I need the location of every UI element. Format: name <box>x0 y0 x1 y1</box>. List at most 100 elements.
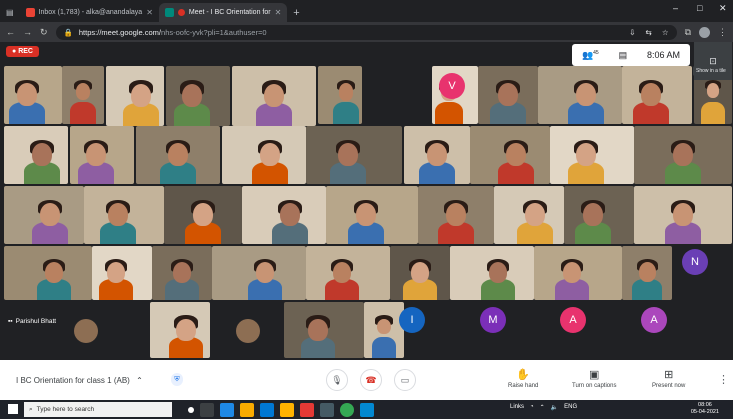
language-label[interactable]: ENG <box>564 404 577 411</box>
browser-toolbar: ← → ↻ 🔒 https://meet.google.com/nhs-oofc… <box>0 22 733 42</box>
chrome-icon[interactable] <box>340 402 354 417</box>
participant-body <box>70 101 96 124</box>
more-options-icon[interactable]: ⋮ <box>718 373 729 386</box>
address-bar[interactable]: 🔒 https://meet.google.com/nhs-oofc-yvk?p… <box>55 24 677 40</box>
leave-call-button[interactable]: ☎ <box>360 369 382 391</box>
tab-meet[interactable]: Meet - I BC Orientation for ✕ <box>158 3 288 22</box>
maximize-button[interactable]: □ <box>697 3 702 13</box>
close-tab-icon[interactable]: ✕ <box>275 8 282 17</box>
app-icon[interactable] <box>360 402 374 417</box>
participant-video-tile[interactable] <box>550 126 634 184</box>
close-tab-icon[interactable]: ✕ <box>146 8 153 17</box>
participant-video-tile[interactable] <box>306 126 402 184</box>
chevron-up-icon[interactable]: ⌃ <box>540 404 545 411</box>
captions-button[interactable]: ▣ Turn on captions <box>572 368 616 389</box>
people-icon[interactable]: 👥45 <box>582 50 599 61</box>
participant-video-tile[interactable] <box>564 186 634 244</box>
participant-video-tile[interactable] <box>622 246 672 300</box>
participant-video-tile[interactable] <box>84 186 164 244</box>
participant-video-tile[interactable] <box>390 246 450 300</box>
task-view-icon[interactable] <box>200 402 214 417</box>
participant-video-tile[interactable] <box>62 66 104 124</box>
participant-video-tile[interactable] <box>136 126 220 184</box>
participant-avatar[interactable]: I <box>399 307 425 333</box>
windows-start-icon[interactable] <box>8 404 18 414</box>
participant-video-tile[interactable] <box>306 246 390 300</box>
chat-icon[interactable]: ▤ <box>619 50 628 61</box>
new-tab-button[interactable]: + <box>287 3 305 22</box>
participant-video-tile[interactable] <box>318 66 362 124</box>
raise-hand-button[interactable]: ✋ Raise hand <box>508 368 538 389</box>
store-icon[interactable] <box>260 402 274 417</box>
back-icon[interactable]: ← <box>6 27 15 37</box>
cortana-icon[interactable] <box>188 406 194 413</box>
edge-icon[interactable] <box>220 402 234 417</box>
present-now-button[interactable]: ⊞ Present now <box>652 368 685 389</box>
meeting-details-button[interactable]: I BC Orientation for class 1 (AB) ⌃ <box>16 376 143 385</box>
participant-video-tile[interactable] <box>150 302 210 358</box>
participant-avatar[interactable]: A <box>641 307 667 333</box>
participant-face <box>576 83 596 107</box>
participant-video-tile[interactable] <box>4 66 62 124</box>
microphone-button[interactable]: 🎙 <box>326 369 348 391</box>
participant-video-tile[interactable] <box>70 126 134 184</box>
participant-video-tile[interactable] <box>4 126 68 184</box>
participant-video-tile[interactable] <box>284 302 364 358</box>
participant-avatar[interactable]: V <box>439 73 465 99</box>
app-icon[interactable] <box>320 402 334 417</box>
office-icon[interactable] <box>300 402 314 417</box>
taskbar-clock[interactable]: 08:06 05-04-2021 <box>691 402 719 416</box>
participant-video-tile[interactable] <box>106 66 164 126</box>
participant-video-tile[interactable] <box>538 66 622 124</box>
participant-avatar[interactable]: M <box>480 307 506 333</box>
participant-video-tile[interactable] <box>450 246 534 300</box>
file-explorer-icon[interactable] <box>240 402 254 417</box>
participant-avatar[interactable]: N <box>682 249 708 275</box>
participant-video-tile[interactable] <box>478 66 538 124</box>
extensions-icon[interactable]: ⧉ <box>685 27 691 38</box>
translate-icon[interactable]: ⇆ <box>646 28 652 37</box>
participant-video-tile[interactable] <box>534 246 622 300</box>
tab-gmail[interactable]: Inbox (1,783) - alka@anandalaya ✕ <box>20 3 159 22</box>
participant-video-tile[interactable] <box>242 186 326 244</box>
tab-actions-icon[interactable]: ▤ <box>0 3 20 22</box>
app-icon[interactable] <box>280 402 294 417</box>
participant-photo-avatar[interactable] <box>74 319 98 343</box>
participant-video-tile[interactable] <box>222 126 306 184</box>
participant-video-tile[interactable] <box>470 126 550 184</box>
network-icon[interactable]: ◔ <box>530 404 534 411</box>
participant-video-tile[interactable] <box>152 246 212 300</box>
participant-video-tile[interactable] <box>404 126 470 184</box>
minimize-button[interactable]: – <box>673 3 678 13</box>
close-window-button[interactable]: ✕ <box>719 3 727 14</box>
participant-avatar[interactable]: A <box>560 307 586 333</box>
star-icon[interactable]: ☆ <box>662 28 669 37</box>
participant-video-tile[interactable] <box>418 186 494 244</box>
menu-icon[interactable]: ⋮ <box>718 27 727 38</box>
volume-icon[interactable]: 🔈 <box>551 404 558 411</box>
participant-photo-avatar[interactable] <box>236 319 260 343</box>
taskbar-search[interactable]: ⌕ Type here to search <box>24 402 172 417</box>
links-label[interactable]: Links <box>510 404 524 411</box>
shield-icon[interactable]: ⛨ <box>171 373 183 386</box>
forward-icon[interactable]: → <box>23 27 32 37</box>
reload-icon[interactable]: ↻ <box>40 27 48 38</box>
download-icon[interactable]: ⇩ <box>629 28 635 37</box>
participant-face <box>32 143 52 167</box>
participant-video-tile[interactable] <box>634 186 732 244</box>
participant-face <box>446 203 466 227</box>
participant-video-tile[interactable] <box>622 66 692 124</box>
participant-video-tile[interactable] <box>232 66 316 126</box>
participant-video-tile[interactable] <box>634 126 732 184</box>
participant-video-tile[interactable] <box>494 186 564 244</box>
profile-avatar[interactable] <box>699 26 710 38</box>
participant-video-tile[interactable] <box>364 302 404 358</box>
participant-video-tile[interactable] <box>4 186 84 244</box>
participant-video-tile[interactable] <box>166 66 230 126</box>
participant-video-tile[interactable] <box>326 186 418 244</box>
participant-video-tile[interactable] <box>92 246 152 300</box>
participant-video-tile[interactable] <box>212 246 306 300</box>
recording-badge: ● REC <box>6 46 39 57</box>
participant-video-tile[interactable] <box>164 186 242 244</box>
camera-button[interactable]: ▭ <box>394 369 416 391</box>
